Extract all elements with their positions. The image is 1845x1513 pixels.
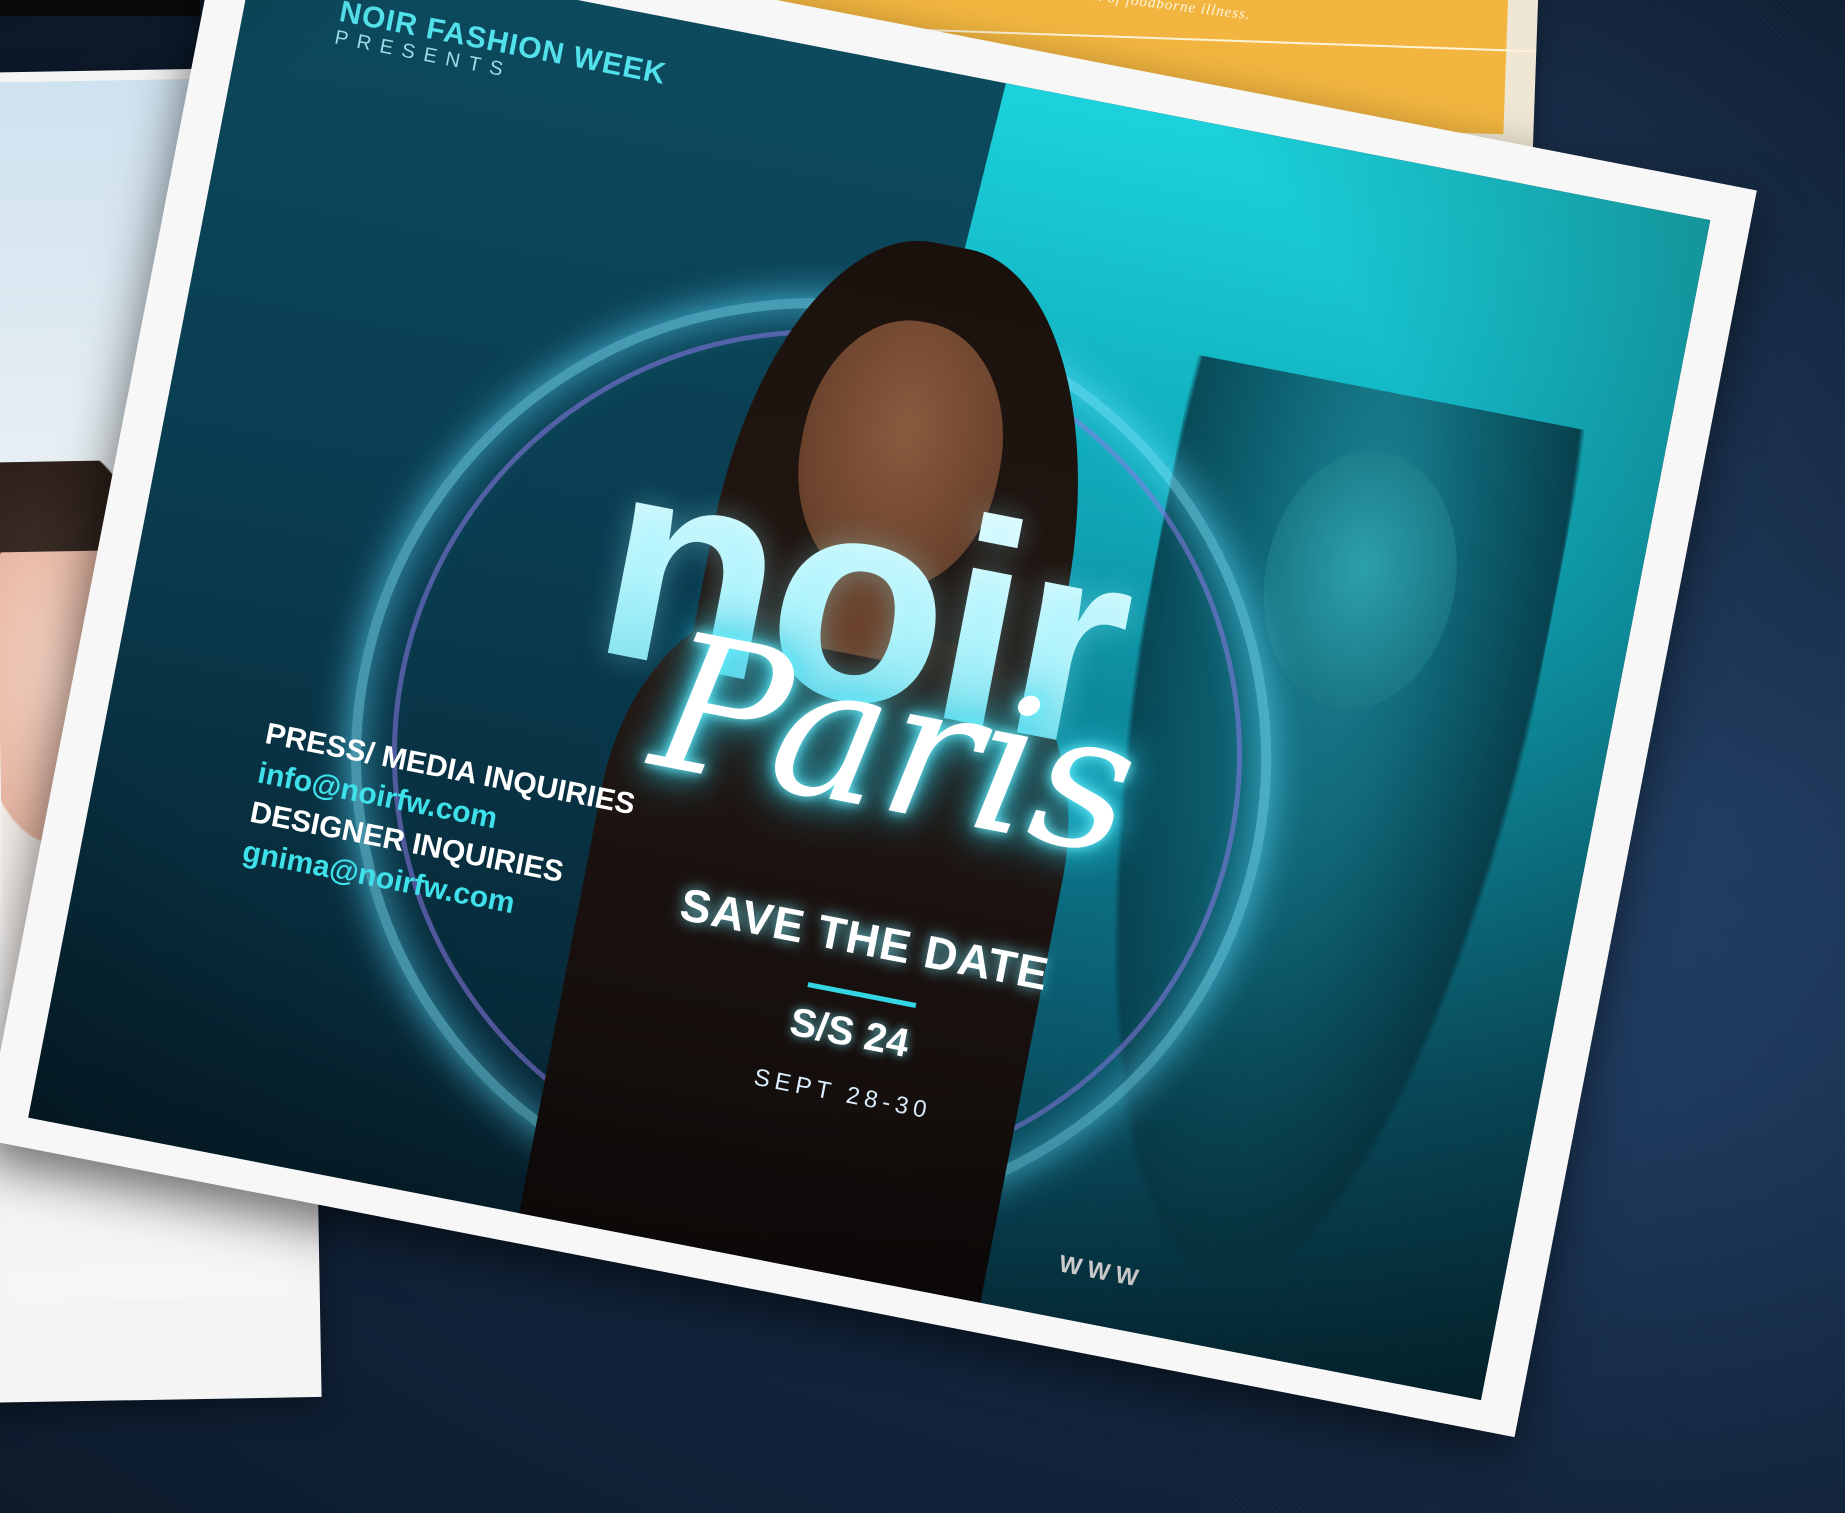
presents-block: NOIR FASHION WEEK PRESENTS <box>333 0 669 113</box>
top-dark-tab <box>0 0 200 16</box>
